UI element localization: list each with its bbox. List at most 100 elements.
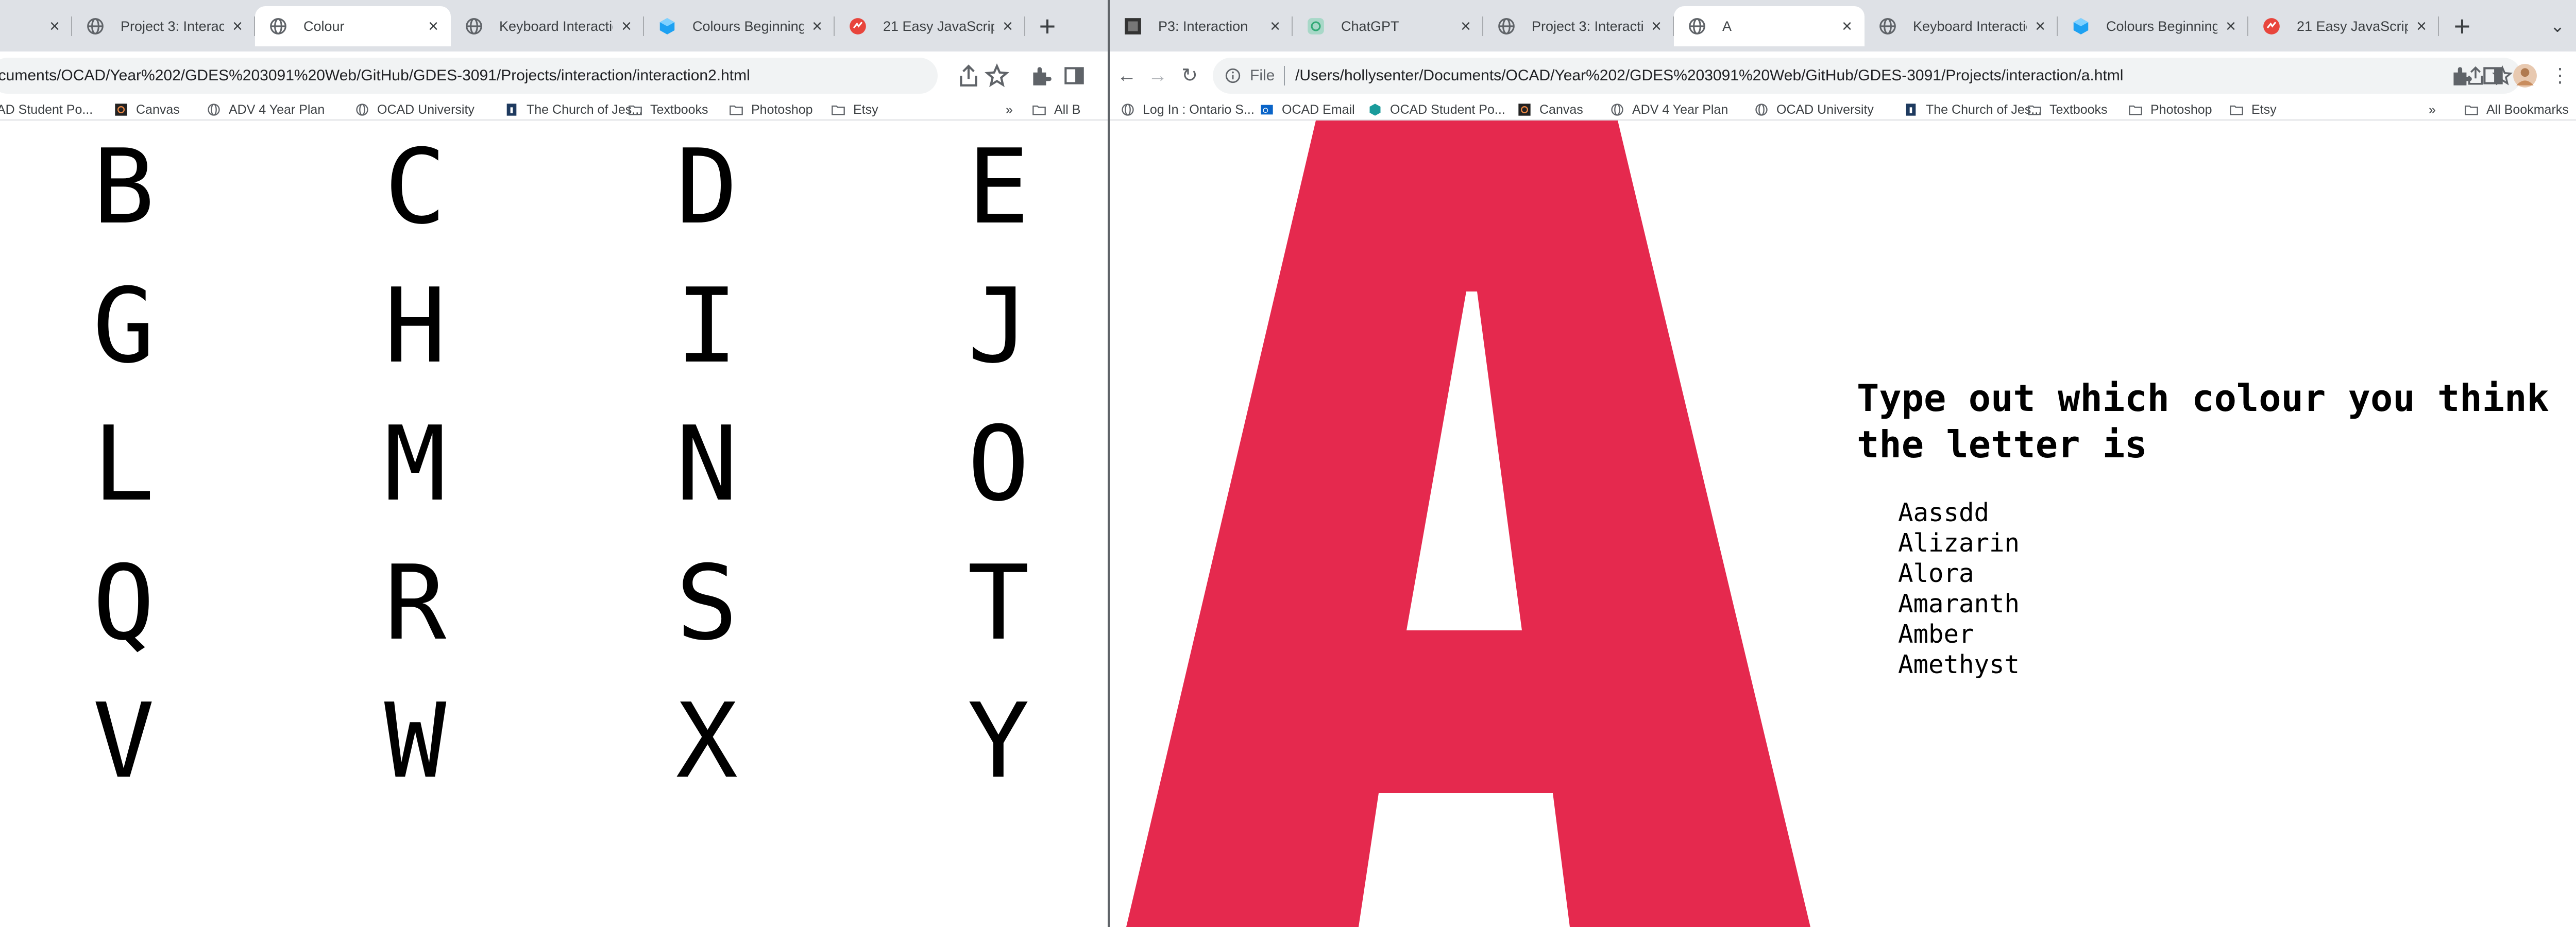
red-circle-icon [850,18,866,35]
close-tab-icon[interactable]: × [1649,6,1664,46]
tab-search-chevron-icon[interactable]: ⌄ [2542,6,2573,46]
letter-link[interactable]: B [72,136,175,239]
colour-option: Aassdd [1898,498,1990,527]
close-tab-icon[interactable]: × [1459,6,1473,46]
colour-option: Amaranth [1898,589,2020,619]
folder-icon [832,105,845,115]
tab-p3-interaction[interactable]: P3: Interaction × [1110,6,1293,46]
canvas-icon [115,104,127,116]
folder-icon [2028,105,2041,115]
tab-label: Colour [303,19,345,34]
colour-option: Amber [1898,620,1974,649]
letter-link[interactable]: Y [947,690,1050,793]
tab-colour[interactable]: Colour × [255,6,451,46]
tab-label: Project 3: Interaction [121,19,224,34]
close-tab-icon[interactable]: × [1268,6,1282,46]
letter-link[interactable]: G [72,275,175,378]
all-bookmarks-button[interactable]: All B [1031,100,1108,119]
new-tab-button[interactable]: + [2444,6,2480,46]
tab-label: P3: Interaction [1158,19,1248,34]
colour-option: Alora [1898,559,1974,588]
bookmark-item[interactable]: AD Student Po... [0,100,93,119]
close-tab-icon[interactable]: × [1840,6,1854,46]
letter-link[interactable]: X [655,690,758,793]
tab-colours-beginning[interactable]: Colours Beginning w × [2058,6,2248,46]
forward-button[interactable]: → [1145,63,1171,89]
dark-square-icon [1125,18,1141,35]
tab-colours-beginning[interactable]: Colours Beginning w × [644,6,835,46]
tab-chatgpt[interactable]: ChatGPT × [1293,6,1483,46]
address-bar[interactable]: ocuments/OCAD/Year%202/GDES%203091%20Web… [0,58,938,94]
letter-a-page: Type out which colour you think the lett… [1110,121,2576,927]
bookmarks-overflow-button[interactable]: » [2429,100,2436,119]
avatar[interactable] [2512,63,2538,89]
extensions-icon[interactable] [1028,63,1054,89]
tab-label: Project 3: Interaction [1532,19,1643,34]
teal-icon [1369,104,1381,116]
tab-strip: P3: Interaction × ChatGPT × Project 3: I… [1110,0,2576,52]
close-tab-icon[interactable]: × [2414,6,2429,46]
close-tab-icon[interactable]: × [619,6,634,46]
extensions-icon[interactable] [2448,63,2474,89]
outlook-icon: O [1261,105,1273,115]
bookmarks-overflow-button[interactable]: » [1006,100,1013,119]
back-button[interactable]: ← [1114,63,1140,89]
letter-link[interactable]: T [947,552,1050,655]
share-icon[interactable] [956,63,981,89]
church-icon [1906,104,1916,116]
tab-21-easy-javascript[interactable]: 21 Easy JavaScript P × [2248,6,2439,46]
tab-a[interactable]: A × [1674,6,1865,46]
info-icon[interactable] [1224,67,1242,84]
menu-kebab-icon[interactable]: ⋮ [2547,63,2573,89]
tab-label: 21 Easy JavaScript P [2297,19,2408,34]
reload-button[interactable]: ↻ [1177,63,1202,89]
close-tab-icon[interactable]: × [1001,6,1015,46]
letter-link[interactable]: O [947,413,1050,516]
church-icon [506,104,517,116]
folder-icon [2465,105,2478,115]
close-tab-icon[interactable]: × [47,6,62,46]
letter-link[interactable]: W [364,690,467,793]
close-tab-icon[interactable]: × [2224,6,2238,46]
tab-label: ChatGPT [1341,19,1399,34]
address-text: ocuments/OCAD/Year%202/GDES%203091%20Web… [0,67,750,84]
letter-link[interactable]: R [364,552,467,655]
letter-link[interactable]: Q [72,552,175,655]
new-tab-button[interactable]: + [1029,6,1065,46]
red-circle-icon [2263,18,2280,35]
letter-link[interactable]: V [72,690,175,793]
letter-link[interactable]: I [655,275,758,378]
letter-link[interactable]: D [655,136,758,239]
cube-icon [2073,18,2089,35]
colour-question-prompt: Type out which colour you think the lett… [1857,376,2549,466]
letter-link[interactable]: C [364,136,467,239]
address-bar[interactable]: File /Users/hollysenter/Documents/OCAD/Y… [1213,58,2521,94]
tab-21-easy-javascript[interactable]: 21 Easy JavaScript P × [835,6,1025,46]
side-panel-icon[interactable] [2480,63,2506,89]
all-bookmarks-button[interactable]: All Bookmarks [2464,100,2576,119]
canvas-icon [1518,104,1531,116]
letter-link[interactable]: S [655,552,758,655]
tab-partial[interactable]: × [0,6,72,46]
left-browser-window: × Project 3: Interaction × Colour × Keyb… [0,0,1108,927]
tab-keyboard-interaction[interactable]: Keyboard Interaction × [1865,6,2058,46]
tab-project-3-interaction[interactable]: Project 3: Interaction × [1483,6,1674,46]
bookmarks-bar: Log In : Ontario S... O OCAD Email OCAD … [1110,100,2576,121]
letter-link[interactable]: N [655,413,758,516]
tab-project-3-interaction[interactable]: Project 3: Interaction × [72,6,255,46]
letter-link[interactable]: H [364,275,467,378]
close-tab-icon[interactable]: × [230,6,245,46]
letter-link[interactable]: J [947,275,1050,378]
bookmarks-bar: AD Student Po... Canvas ADV 4 Year Plan … [0,100,1108,121]
globe-icon [87,18,104,35]
letter-grid-page: B C D E G H I J L M N O Q R S T V W X Y [0,121,1108,927]
close-tab-icon[interactable]: × [426,6,440,46]
close-tab-icon[interactable]: × [2033,6,2047,46]
letter-link[interactable]: E [947,136,1050,239]
tab-keyboard-interaction[interactable]: Keyboard Interaction × [451,6,644,46]
bookmark-star-icon[interactable] [984,63,1010,89]
side-panel-icon[interactable] [1061,63,1087,89]
close-tab-icon[interactable]: × [810,6,824,46]
letter-link[interactable]: L [72,413,175,516]
letter-link[interactable]: M [364,413,467,516]
